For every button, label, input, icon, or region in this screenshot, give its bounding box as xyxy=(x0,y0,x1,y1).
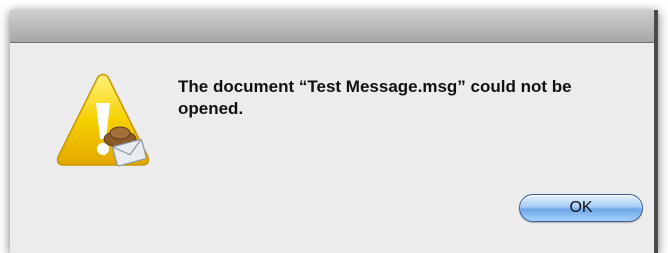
caution-icon xyxy=(50,73,156,173)
dialog-body: The document “Test Message.msg” could no… xyxy=(10,43,658,253)
title-bar xyxy=(10,10,658,43)
window-edge xyxy=(654,10,658,253)
alert-message: The document “Test Message.msg” could no… xyxy=(178,77,572,118)
ok-button[interactable]: OK xyxy=(519,194,643,222)
alert-dialog: The document “Test Message.msg” could no… xyxy=(10,10,658,253)
